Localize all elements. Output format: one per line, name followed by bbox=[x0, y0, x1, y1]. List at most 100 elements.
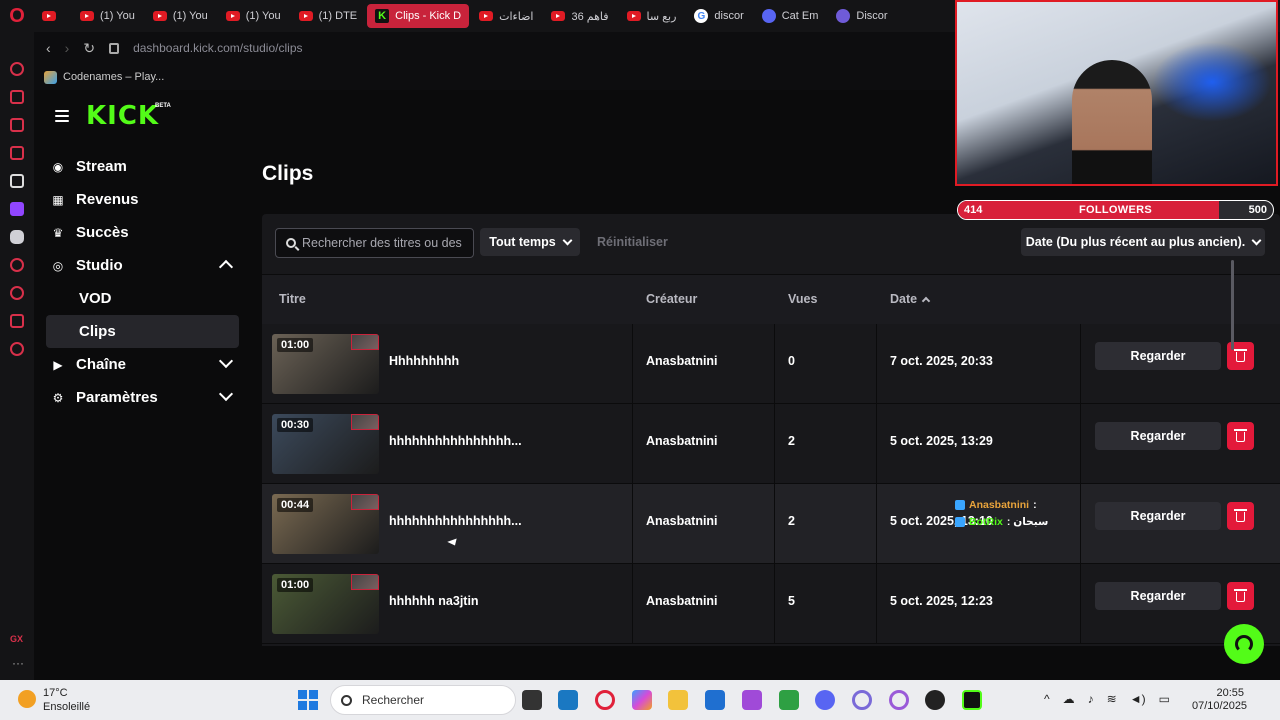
task-view-icon[interactable] bbox=[522, 690, 542, 710]
opera-gx-icon[interactable] bbox=[852, 690, 872, 710]
store-icon[interactable] bbox=[705, 690, 725, 710]
sidebar-item-succes[interactable]: ♛ Succès bbox=[46, 216, 239, 249]
delete-button[interactable] bbox=[1227, 582, 1254, 610]
history-icon[interactable] bbox=[10, 258, 24, 272]
reload-icon[interactable]: ↻ bbox=[83, 40, 95, 57]
windows-start-icon[interactable] bbox=[298, 690, 318, 710]
clip-creator: Anasbatnini bbox=[646, 594, 718, 608]
cloud-icon[interactable]: ☁ bbox=[1063, 692, 1075, 706]
table-row[interactable]: 01:00 hhhhhh na3jtin Anasbatnini 5 5 oct… bbox=[262, 564, 1280, 644]
bookmark-codenames[interactable]: Codenames – Play... bbox=[63, 71, 164, 83]
opera-icon[interactable] bbox=[595, 690, 615, 710]
browser-tab[interactable] bbox=[34, 4, 70, 28]
table-row[interactable]: 00:30 hhhhhhhhhhhhhhhh... Anasbatnini 2 … bbox=[262, 404, 1280, 484]
sidebar-item-stream[interactable]: ◉ Stream bbox=[46, 150, 239, 183]
gx-corner-icon[interactable] bbox=[10, 118, 24, 132]
clip-thumbnail[interactable]: 00:44 bbox=[272, 494, 379, 554]
discord-icon[interactable] bbox=[10, 230, 24, 244]
watch-button[interactable]: Regarder bbox=[1095, 582, 1221, 610]
url-field[interactable]: dashboard.kick.com/studio/clips bbox=[133, 41, 302, 55]
twitch-icon[interactable] bbox=[10, 202, 24, 216]
column-title[interactable]: Titre bbox=[279, 292, 306, 306]
browser-tab[interactable]: (1) You bbox=[72, 4, 143, 28]
sidebar-item-clips[interactable]: Clips bbox=[46, 315, 239, 348]
editor-icon[interactable] bbox=[742, 690, 762, 710]
clock-icon[interactable] bbox=[10, 286, 24, 300]
aria-icon[interactable] bbox=[10, 62, 24, 76]
browser-tab[interactable]: Cat Em bbox=[754, 4, 827, 28]
browser-tab[interactable]: Discor bbox=[828, 4, 895, 28]
column-views[interactable]: Vues bbox=[788, 292, 817, 306]
search-icon bbox=[341, 694, 352, 706]
opera-alt-icon[interactable] bbox=[889, 690, 909, 710]
copilot-icon[interactable] bbox=[632, 690, 652, 710]
column-date[interactable]: Date bbox=[890, 292, 931, 306]
table-row[interactable]: 00:44 hhhhhhhhhhhhhhhh... Anasbatnini 2 … bbox=[262, 484, 1280, 564]
search-box[interactable] bbox=[275, 228, 474, 258]
clip-thumbnail[interactable]: 01:00 bbox=[272, 334, 379, 394]
player-icon[interactable] bbox=[10, 90, 24, 104]
kick-logo[interactable]: KICK bbox=[86, 101, 159, 131]
kick-app-icon[interactable] bbox=[962, 690, 982, 710]
table-row-partial[interactable] bbox=[262, 644, 1280, 646]
settings-icon[interactable] bbox=[10, 342, 24, 356]
clip-title[interactable]: hhhhhh na3jtin bbox=[389, 594, 479, 608]
mods-icon[interactable] bbox=[10, 146, 24, 160]
weather-sun-icon[interactable] bbox=[18, 690, 36, 708]
system-clock[interactable]: 20:55 07/10/2025 bbox=[1192, 687, 1247, 713]
watch-button[interactable]: Regarder bbox=[1095, 422, 1221, 450]
chevron-up-icon[interactable]: ^ bbox=[1044, 692, 1050, 706]
menu-icon[interactable] bbox=[55, 110, 69, 122]
clip-title[interactable]: hhhhhhhhhhhhhhhh... bbox=[389, 434, 522, 448]
sidebar-item-revenus[interactable]: ▦ Revenus bbox=[46, 183, 239, 216]
discord-icon[interactable] bbox=[815, 690, 835, 710]
chat-line: BotRix : سبحان bbox=[955, 513, 1105, 530]
watch-button[interactable]: Regarder bbox=[1095, 502, 1221, 530]
volume-icon[interactable]: ◄) bbox=[1130, 692, 1146, 706]
browser-tab[interactable]: ربع سا bbox=[619, 4, 685, 28]
browser-tab[interactable]: فاهم 36 bbox=[543, 4, 616, 28]
sidebar-item-vod[interactable]: VOD bbox=[46, 282, 239, 315]
clip-thumbnail[interactable]: 01:00 bbox=[272, 574, 379, 634]
browser-tab[interactable]: (1) DTE bbox=[291, 4, 366, 28]
reset-button[interactable]: Réinitialiser bbox=[597, 235, 668, 249]
browser-tab[interactable]: اضاءات bbox=[471, 4, 541, 28]
clip-title[interactable]: Hhhhhhhhh bbox=[389, 354, 459, 368]
pinned-app-icon[interactable] bbox=[10, 174, 24, 188]
sidebar-item-studio[interactable]: ◎ Studio bbox=[46, 249, 239, 282]
obs-icon[interactable] bbox=[925, 690, 945, 710]
support-button[interactable] bbox=[1224, 624, 1264, 664]
back-icon[interactable]: ‹ bbox=[46, 40, 51, 56]
browser-tab[interactable]: Gdiscor bbox=[686, 4, 751, 28]
scrollbar[interactable] bbox=[1231, 260, 1234, 350]
sidebar-item-parametres[interactable]: ⚙ Paramètres bbox=[46, 381, 239, 414]
sort-dropdown[interactable]: Date (Du plus récent au plus ancien). bbox=[1021, 228, 1265, 256]
xbox-icon[interactable] bbox=[779, 690, 799, 710]
browser-tab[interactable]: K Clips - Kick D bbox=[367, 4, 470, 28]
wifi-icon[interactable]: ≋ bbox=[1107, 692, 1117, 706]
photos-icon[interactable] bbox=[558, 690, 578, 710]
table-row[interactable]: 01:00 Hhhhhhhhh Anasbatnini 0 7 oct. 202… bbox=[262, 324, 1280, 404]
delete-button[interactable] bbox=[1227, 422, 1254, 450]
browser-tab[interactable]: (1) You bbox=[145, 4, 216, 28]
delete-button[interactable] bbox=[1227, 502, 1254, 530]
time-filter-dropdown[interactable]: Tout temps bbox=[480, 228, 580, 256]
column-creator[interactable]: Créateur bbox=[646, 292, 697, 306]
clip-title[interactable]: hhhhhhhhhhhhhhhh... bbox=[389, 514, 522, 528]
file-explorer-icon[interactable] bbox=[668, 690, 688, 710]
taskbar-search[interactable]: Rechercher bbox=[330, 685, 516, 715]
sidebar-item-label: VOD bbox=[79, 290, 112, 307]
sidebar-item-chaine[interactable]: ▶ Chaîne bbox=[46, 348, 239, 381]
microphone-icon[interactable]: ♪ bbox=[1088, 692, 1094, 706]
browser-tab[interactable]: (1) You bbox=[218, 4, 289, 28]
search-input[interactable] bbox=[302, 236, 467, 250]
tab-label: Discor bbox=[856, 10, 888, 22]
taskbar: 17°C Ensoleillé Rechercher ^ ☁ ♪ ≋ ◄) ▭ … bbox=[0, 680, 1280, 720]
forward-icon[interactable]: › bbox=[65, 40, 70, 56]
watch-button[interactable]: Regarder bbox=[1095, 342, 1221, 370]
battery-icon[interactable]: ▭ bbox=[1159, 692, 1170, 706]
opera-logo-icon[interactable]: O bbox=[0, 0, 34, 32]
clip-thumbnail[interactable]: 00:30 bbox=[272, 414, 379, 474]
more-icon[interactable]: ··· bbox=[12, 656, 24, 670]
extensions-icon[interactable] bbox=[10, 314, 24, 328]
